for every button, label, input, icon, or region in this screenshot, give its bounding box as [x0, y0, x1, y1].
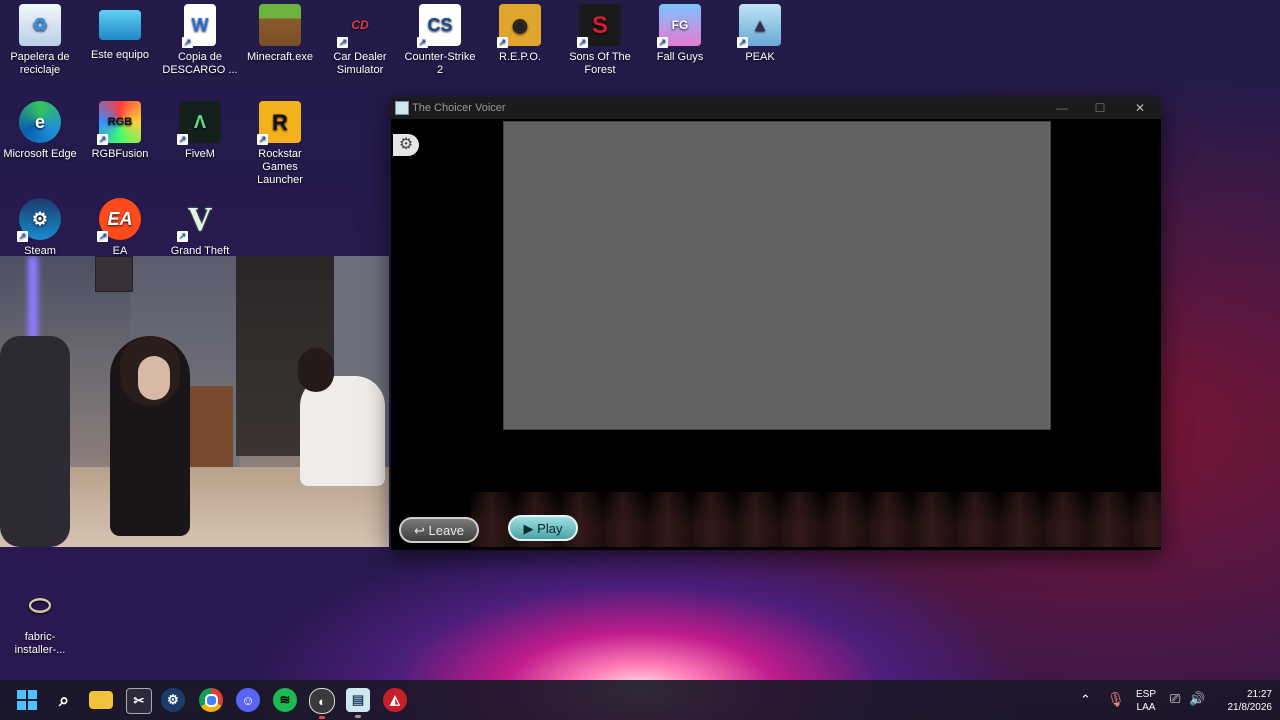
clock[interactable]: 21:27 21/8/2026 [1210, 688, 1273, 714]
desktop-icon-steam[interactable]: ⚙ ↗ Steam [0, 194, 80, 258]
desktop-icon-minecraft[interactable]: Minecraft.exe [240, 0, 320, 64]
minimize-icon[interactable]: — [1043, 97, 1081, 119]
language-indicator[interactable]: ESP LAA [1134, 688, 1158, 714]
play-button[interactable]: ▶ Play [508, 515, 578, 541]
desktop-icon-peak[interactable]: ▲ ↗ PEAK [720, 0, 800, 64]
gta-icon: V ↗ [177, 200, 213, 242]
jar-file-icon: ⬭ [28, 589, 52, 620]
apex-icon[interactable]: ◭ [383, 688, 407, 712]
sons-of-the-forest-icon: S ↗ [577, 4, 621, 48]
play-icon: ▶ [523, 521, 534, 536]
desktop-icon-edge[interactable]: e Microsoft Edge [0, 97, 80, 161]
ea-icon: EA ↗ [97, 198, 141, 242]
start-icon[interactable] [15, 688, 39, 712]
desktop-icon-car-dealer[interactable]: CD ↗ Car Dealer Simulator [320, 0, 400, 77]
fall-guys-icon: FG ↗ [657, 4, 701, 48]
minecraft-icon [259, 4, 301, 46]
window-title: The Choicer Voicer [412, 102, 506, 114]
snipping-tool-icon[interactable]: ✂ [126, 688, 152, 714]
leave-label: Leave [428, 523, 464, 538]
maximize-icon[interactable]: ☐ [1081, 97, 1119, 119]
desktop-icon-este-equipo[interactable]: Este equipo [80, 0, 160, 62]
desktop-icon-fabric-installer[interactable]: ⬭ fabric-installer-... [0, 580, 80, 657]
keyboard-layout: LAA [1136, 702, 1156, 713]
computer-icon [99, 10, 141, 40]
edge-icon: e [19, 101, 61, 143]
peak-icon: ▲ ↗ [737, 4, 781, 48]
desktop-icon-rockstar[interactable]: R ↗ Rockstar Games Launcher [240, 97, 320, 187]
network-icon[interactable]: ⎚ [1170, 691, 1180, 707]
obs-icon[interactable]: ◐ [309, 688, 335, 719]
desktop-icon-counter-strike[interactable]: CS ↗ Counter-Strike 2 [400, 0, 480, 77]
chrome-icon[interactable] [199, 688, 223, 712]
leave-button[interactable]: ↩ Leave [399, 517, 479, 543]
discord-icon[interactable]: ☺ [236, 688, 260, 712]
return-arrow-icon: ↩ [414, 523, 425, 538]
rockstar-icon: R ↗ [257, 101, 301, 145]
choicer-voicer-window[interactable]: The Choicer Voicer — ☐ ✕ ⚙ ↩ Leave ▶ Pla… [391, 97, 1161, 550]
microphone-icon[interactable]: 🎙 [1107, 691, 1125, 708]
window-titlebar[interactable]: The Choicer Voicer — ☐ ✕ [391, 97, 1161, 119]
search-icon[interactable]: ⌕ [52, 688, 76, 712]
desktop-icon-rgbfusion[interactable]: RGB ↗ RGBFusion [80, 97, 160, 161]
desktop-icon-repo[interactable]: ◉ ↗ R.E.P.O. [480, 0, 560, 64]
file-explorer-icon[interactable] [89, 691, 113, 709]
desktop-icon-fivem[interactable]: Λ ↗ FiveM [160, 97, 240, 161]
fivem-icon: Λ ↗ [177, 101, 221, 145]
counter-strike-icon: CS ↗ [417, 4, 461, 48]
desktop-icon-ea[interactable]: EA ↗ EA [80, 194, 160, 258]
recycle-bin-icon: ♻ [19, 4, 61, 46]
car-dealer-icon: CD ↗ [337, 17, 369, 48]
notepad-icon[interactable]: ▤ [346, 688, 370, 718]
word-document-icon: W ↗ [182, 4, 216, 48]
close-icon[interactable]: ✕ [1121, 97, 1159, 119]
clock-date: 21/8/2026 [1227, 702, 1273, 713]
clock-time: 21:27 [1246, 689, 1272, 700]
desktop-icon-fall-guys[interactable]: FG ↗ Fall Guys [640, 0, 720, 64]
repo-icon: ◉ ↗ [497, 4, 541, 48]
desktop-icon-sons-of-the-forest[interactable]: S ↗ Sons Of The Forest [560, 0, 640, 77]
steam-taskbar-icon[interactable]: ⚙ [161, 688, 185, 712]
play-label: Play [537, 521, 563, 536]
taskbar: ⌕ ✂ ⚙ ☺ ≋ ◐ ▤ ◭ ⌃ 🎙 ESP LAA ⎚ 🔊 21:27 21… [0, 680, 1280, 720]
language-code: ESP [1135, 689, 1156, 700]
video-screen [503, 121, 1051, 430]
app-icon [395, 101, 409, 115]
volume-icon[interactable]: 🔊 [1189, 691, 1205, 707]
desktop-icon-copia-descargo[interactable]: W ↗ Copia de DESCARGO ... [160, 0, 240, 77]
rgbfusion-icon: RGB ↗ [97, 101, 141, 145]
settings-gear-icon[interactable]: ⚙ [393, 134, 419, 156]
show-hidden-icons-chevron-icon[interactable]: ⌃ [1080, 692, 1091, 708]
steam-icon: ⚙ ↗ [17, 198, 61, 242]
webcam-video-overlay [0, 256, 389, 547]
desktop-icon-recycle-bin[interactable]: ♻ Papelera de reciclaje [0, 0, 80, 77]
spotify-icon[interactable]: ≋ [273, 688, 297, 712]
